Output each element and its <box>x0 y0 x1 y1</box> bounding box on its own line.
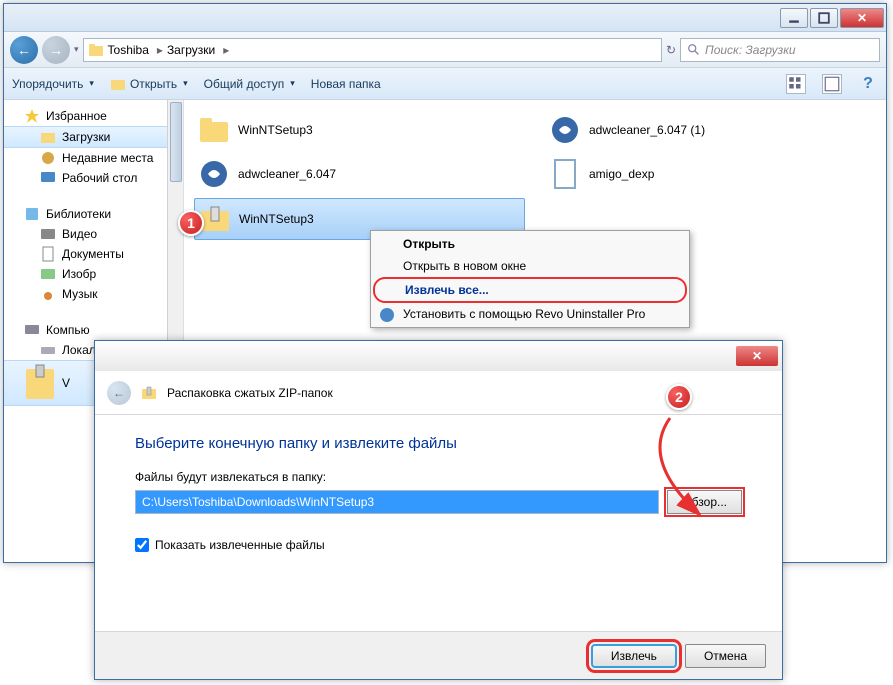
file-item[interactable]: WinNTSetup3 <box>194 110 525 150</box>
dialog-back-button[interactable]: ← <box>107 381 131 405</box>
sidebar-desktop[interactable]: Рабочий стол <box>4 168 183 188</box>
folder-icon <box>88 42 104 58</box>
cancel-button[interactable]: Отмена <box>685 644 766 668</box>
folder-icon <box>110 76 126 92</box>
dialog-titlebar: ✕ <box>95 341 782 371</box>
refresh-icon[interactable]: ↻ <box>666 43 676 57</box>
breadcrumb[interactable]: Toshiba <box>108 43 163 57</box>
show-files-check[interactable] <box>135 538 149 552</box>
open-menu[interactable]: Открыть <box>110 76 188 92</box>
address-bar[interactable]: Toshiba Загрузки <box>83 38 662 62</box>
search-input[interactable]: Поиск: Загрузки <box>680 38 880 62</box>
sidebar-images[interactable]: Изобр <box>4 264 183 284</box>
preview-button[interactable] <box>822 74 842 94</box>
step-badge-2: 2 <box>666 384 692 410</box>
ctx-open[interactable]: Открыть <box>373 233 687 255</box>
toolbar: Упорядочить Открыть Общий доступ Новая п… <box>4 68 886 100</box>
search-icon <box>687 43 701 57</box>
annotation-arrow <box>580 410 720 530</box>
dialog-footer: Извлечь Отмена <box>95 631 782 679</box>
sidebar-downloads[interactable]: Загрузки <box>4 126 183 148</box>
sidebar-recent[interactable]: Недавние места <box>4 148 183 168</box>
zip-folder-icon <box>141 385 157 401</box>
dialog-close-button[interactable]: ✕ <box>736 346 778 366</box>
step-badge-1: 1 <box>178 210 204 236</box>
share-menu[interactable]: Общий доступ <box>204 77 295 91</box>
search-placeholder: Поиск: Загрузки <box>705 43 796 57</box>
sidebar-music[interactable]: Музык <box>4 284 183 304</box>
forward-button[interactable]: → <box>42 36 70 64</box>
sidebar-libraries[interactable]: Библиотеки <box>4 204 183 224</box>
context-menu: Открыть Открыть в новом окне Извлечь все… <box>370 230 690 328</box>
minimize-button[interactable] <box>780 8 808 28</box>
back-button[interactable]: ← <box>10 36 38 64</box>
navbar: ← → ▾ Toshiba Загрузки ↻ Поиск: Загрузки <box>4 32 886 68</box>
newfolder-button[interactable]: Новая папка <box>311 77 381 91</box>
view-button[interactable] <box>786 74 806 94</box>
sidebar-documents[interactable]: Документы <box>4 244 183 264</box>
help-button[interactable]: ? <box>858 74 878 94</box>
sidebar-computer[interactable]: Компью <box>4 320 183 340</box>
show-files-checkbox[interactable]: Показать извлеченные файлы <box>135 538 742 552</box>
breadcrumb[interactable]: Загрузки <box>167 43 229 57</box>
dialog-title: Распаковка сжатых ZIP-папок <box>167 386 333 400</box>
maximize-button[interactable] <box>810 8 838 28</box>
sidebar-video[interactable]: Видео <box>4 224 183 244</box>
extract-button[interactable]: Извлечь <box>591 644 677 668</box>
file-item[interactable]: adwcleaner_6.047 (1) <box>545 110 876 150</box>
organize-menu[interactable]: Упорядочить <box>12 77 94 91</box>
history-dropdown-icon[interactable]: ▾ <box>74 44 79 55</box>
ctx-revo[interactable]: Установить с помощью Revo Uninstaller Pr… <box>373 303 687 325</box>
sidebar-favorites[interactable]: Избранное <box>4 106 183 126</box>
file-item[interactable]: amigo_dexp <box>545 154 876 194</box>
ctx-open-new[interactable]: Открыть в новом окне <box>373 255 687 277</box>
titlebar: ✕ <box>4 4 886 32</box>
file-item[interactable]: adwcleaner_6.047 <box>194 154 525 194</box>
close-button[interactable]: ✕ <box>840 8 884 28</box>
revo-icon <box>379 307 395 323</box>
ctx-extract-all[interactable]: Извлечь все... <box>373 277 687 303</box>
